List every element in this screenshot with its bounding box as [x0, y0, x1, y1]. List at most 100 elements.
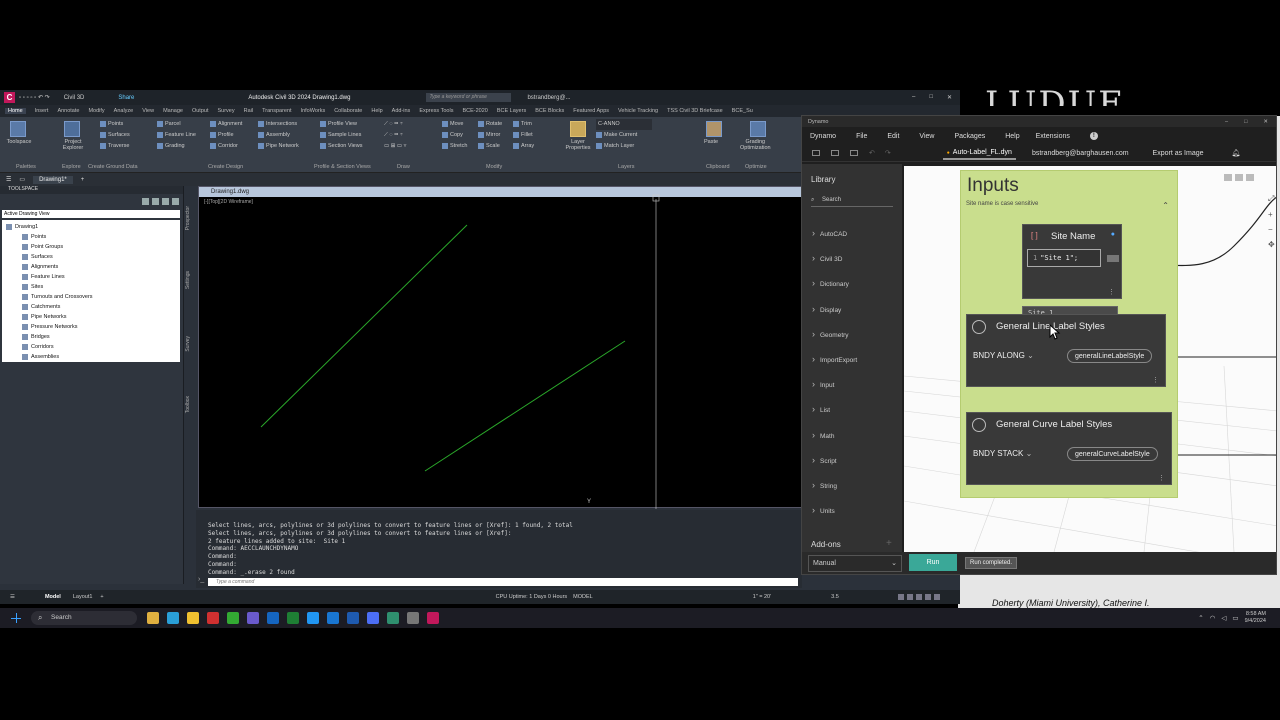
feature-line-2[interactable] — [424, 340, 626, 472]
zoom-controls[interactable]: ⤢ + − ✥ — [1268, 194, 1275, 249]
general-line-label-styles-node[interactable]: General Line Label Styles BNDY ALONG gen… — [966, 314, 1166, 387]
drawing-viewport[interactable]: Drawing1.dwg [-][Top][2D Wireframe] Y — [198, 186, 802, 509]
menu-icon[interactable]: ☰ — [6, 176, 11, 183]
grading-optimization-icon[interactable] — [750, 121, 766, 137]
pan-icon[interactable]: ✥ — [1268, 240, 1275, 249]
panel-label-modify[interactable]: Modify — [486, 164, 502, 170]
run-mode-dropdown[interactable]: Manual — [808, 555, 902, 572]
paste-icon[interactable] — [706, 121, 722, 137]
undo-icon[interactable]: ↶ — [869, 149, 875, 157]
side-tab-toolbox[interactable]: Toolbox — [185, 396, 191, 413]
folder-icon[interactable] — [187, 612, 199, 624]
node-menu-icon[interactable]: ⋮ — [1158, 474, 1165, 482]
panel-label-create-design[interactable]: Create Design — [208, 164, 243, 170]
ribbon-tab[interactable]: Transparent — [262, 108, 291, 114]
add-layout-icon[interactable]: + — [100, 594, 103, 600]
ribbon-tab[interactable]: Insert — [35, 108, 49, 114]
tree-item[interactable]: Bridges — [2, 332, 180, 342]
code-block-editor[interactable]: 1 "Site 1"; — [1027, 249, 1101, 267]
tree-item[interactable]: Drawing1 — [2, 222, 180, 232]
tree-item[interactable]: Pipe Networks — [2, 312, 180, 322]
create-design-col1[interactable]: Parcel Feature Line Grading — [157, 119, 196, 152]
ribbon-tab[interactable]: Collaborate — [334, 108, 362, 114]
ribbon-tab[interactable]: Analyze — [114, 108, 134, 114]
library-search-input[interactable]: ⌕ Search — [811, 194, 893, 207]
toolspace-icon[interactable] — [10, 121, 26, 137]
word-icon[interactable] — [347, 612, 359, 624]
tree-item[interactable]: Turnouts and Crossovers — [2, 292, 180, 302]
collapse-icon[interactable]: ⌃ — [1162, 201, 1169, 210]
ribbon-tab[interactable]: Annotate — [57, 108, 79, 114]
app-icon[interactable] — [207, 612, 219, 624]
chrome-icon[interactable] — [227, 612, 239, 624]
ribbon-tab[interactable]: View — [142, 108, 154, 114]
file-explorer-icon[interactable] — [147, 612, 159, 624]
side-tab-survey[interactable]: Survey — [185, 336, 191, 352]
browser-icon[interactable] — [307, 612, 319, 624]
layers-panel[interactable]: C-ANNO Make Current Match Layer — [596, 119, 652, 152]
ribbon-tab[interactable]: TSS Civil 3D Briefcase — [667, 108, 723, 114]
ribbon-tab[interactable]: BCE Layers — [497, 108, 526, 114]
node-title[interactable]: General Curve Label Styles — [996, 419, 1112, 430]
share-button[interactable]: Share — [118, 95, 134, 101]
notification-bell-icon[interactable]: 🔔︎ — [1232, 149, 1241, 157]
library-category[interactable]: Civil 3D — [812, 253, 857, 278]
library-category[interactable]: Display — [812, 304, 857, 329]
annotation-scale[interactable]: 1" = 20' — [753, 594, 771, 600]
tree-item[interactable]: Feature Lines — [2, 272, 180, 282]
minimize-icon[interactable]: – — [912, 94, 915, 101]
save-file-icon[interactable] — [850, 150, 858, 156]
tree-item[interactable]: Corridors — [2, 342, 180, 352]
grading-optimization-button[interactable]: Grading Optimization — [740, 139, 771, 151]
excel-icon[interactable] — [287, 612, 299, 624]
window-controls[interactable]: – □ ✕ — [1225, 119, 1268, 125]
view-dropdown[interactable]: Active Drawing View — [2, 210, 180, 218]
node-title[interactable]: Site Name — [1051, 231, 1095, 242]
output-port-label[interactable]: generalLineLabelStyle — [1067, 349, 1153, 363]
outlook-icon[interactable] — [267, 612, 279, 624]
model-tab[interactable]: Model — [45, 594, 61, 600]
toolbar-icon[interactable] — [142, 197, 149, 205]
new-tab-icon[interactable]: + — [81, 177, 85, 183]
tree-item[interactable]: Surfaces — [2, 252, 180, 262]
tree-item[interactable]: Catchments — [2, 302, 180, 312]
library-category[interactable]: List — [812, 404, 857, 429]
ribbon-tab[interactable]: BCE-2020 — [462, 108, 487, 114]
windows-start-icon[interactable] — [11, 613, 21, 623]
ribbon-tab[interactable]: Add-ins — [392, 108, 411, 114]
maximize-icon[interactable]: □ — [929, 94, 933, 101]
general-curve-label-styles-node[interactable]: General Curve Label Styles BNDY STACK ge… — [966, 412, 1172, 485]
ribbon-tab[interactable]: Help — [371, 108, 382, 114]
paste-button[interactable]: Paste — [704, 139, 718, 145]
user-account[interactable]: bstrandberg@... — [527, 95, 570, 101]
profile-section-views-panel[interactable]: Profile View Sample Lines Section Views — [320, 119, 362, 152]
panel-label-draw[interactable]: Draw — [397, 164, 410, 170]
panel-label-layers[interactable]: Layers — [618, 164, 635, 170]
style-dropdown[interactable]: BNDY STACK — [973, 449, 1032, 458]
layer-properties-button[interactable]: Layer Properties — [562, 139, 594, 151]
library-category[interactable]: String — [812, 480, 857, 505]
quick-access-toolbar[interactable]: ▫ ▫ ▫ ▫ ▫ ↶ ↷ — [19, 94, 50, 101]
modify-col1[interactable]: Move Copy Stretch — [442, 119, 467, 152]
side-tab-settings[interactable]: Settings — [185, 271, 191, 289]
feature-line-1[interactable] — [260, 224, 468, 428]
redo-icon[interactable]: ↷ — [885, 149, 891, 157]
keyword-search-input[interactable]: Type a keyword or phrase — [426, 93, 512, 102]
network-icon[interactable]: ◠ — [1210, 614, 1216, 622]
status-toggles[interactable] — [898, 594, 940, 600]
library-category[interactable]: Units — [812, 505, 857, 530]
library-category[interactable]: Geometry — [812, 329, 857, 354]
toolbar-icon[interactable] — [162, 197, 169, 205]
library-category[interactable]: AutoCAD — [812, 228, 857, 253]
menu-icon[interactable]: ☰ — [10, 594, 15, 600]
menu-packages[interactable]: Packages — [954, 133, 985, 140]
app-icon[interactable] — [407, 612, 419, 624]
group-title[interactable]: Inputs — [967, 175, 1019, 197]
ribbon-tab[interactable]: Modify — [88, 108, 104, 114]
document-tab[interactable]: Drawing1* — [33, 175, 73, 184]
tree-item[interactable]: Point Groups — [2, 242, 180, 252]
battery-icon[interactable]: ▭ — [1232, 614, 1238, 622]
tree-item[interactable]: Pressure Networks — [2, 322, 180, 332]
tree-item[interactable]: Sites — [2, 282, 180, 292]
library-category[interactable]: Input — [812, 379, 857, 404]
